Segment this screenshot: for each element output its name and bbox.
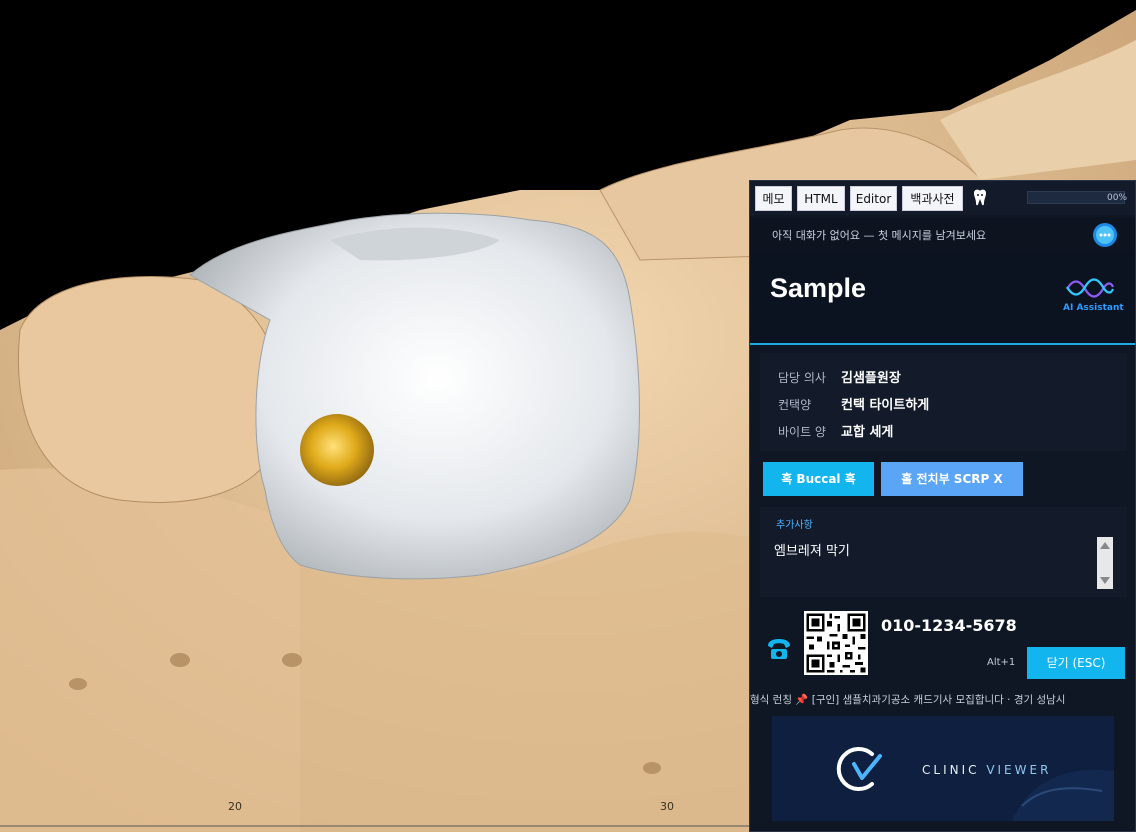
- banner-brand-b: VIEWER: [986, 763, 1052, 777]
- phone-number: 010-1234-5678: [881, 616, 1017, 635]
- notes-box: 추가사항 엠브레져 막기: [760, 507, 1127, 597]
- info-label: 담당 의사: [778, 371, 826, 385]
- close-button[interactable]: 닫기 (ESC): [1027, 647, 1125, 679]
- banner-brand-a: CLINIC: [922, 763, 987, 777]
- empty-chat-message: 아직 대화가 없어요 — 첫 메시지를 남겨보세요: [772, 229, 987, 242]
- scroll-up-icon[interactable]: [1100, 542, 1110, 549]
- chat-bubble-icon[interactable]: [1092, 222, 1118, 248]
- info-label: 컨택양: [778, 398, 812, 412]
- info-row-bite: 바이트 양 교합 세게: [778, 421, 893, 440]
- message-bar: 아직 대화가 없어요 — 첫 메시지를 남겨보세요: [750, 217, 1135, 251]
- progress-text: 00%: [1107, 193, 1128, 203]
- ai-assistant-label: AI Assistant: [1063, 303, 1124, 313]
- info-value: 교합 세게: [841, 425, 894, 440]
- page-title: Sample: [770, 273, 867, 303]
- info-label: 바이트 양: [778, 425, 826, 439]
- banner-brand-text: CLINIC VIEWER: [922, 763, 1051, 777]
- shortcut-hint: Alt+1: [987, 657, 1016, 668]
- tab-encyclopedia[interactable]: 백과사전: [902, 186, 963, 211]
- marker-sphere: [300, 414, 374, 486]
- clinic-viewer-logo-icon: [836, 747, 882, 791]
- ruler-label-20: 20: [228, 800, 242, 813]
- title-area: Sample AI Assistant: [750, 251, 1135, 343]
- notes-label: 추가사항: [776, 520, 813, 531]
- tab-html[interactable]: HTML: [797, 186, 845, 211]
- notes-text[interactable]: 엠브레져 막기: [774, 540, 850, 559]
- info-value: 컨택 타이트하게: [841, 398, 930, 413]
- notes-scrollbar[interactable]: [1097, 537, 1113, 589]
- tooth-icon[interactable]: [971, 188, 989, 208]
- scrp-button[interactable]: 홀 전치부 SCRP X: [881, 462, 1023, 496]
- ruler-label-30: 30: [660, 800, 674, 813]
- ai-assistant-logo-icon[interactable]: [1065, 277, 1115, 299]
- tab-editor[interactable]: Editor: [850, 186, 897, 211]
- order-info-panel: 메모 HTML Editor 백과사전 00% 아직 대화가 없어요 — 첫 메…: [749, 180, 1136, 832]
- buccal-button[interactable]: 혹 Buccal 혹: [763, 462, 874, 496]
- clinic-viewer-banner[interactable]: CLINIC VIEWER: [772, 716, 1114, 821]
- info-row-doctor: 담당 의사 김샘플원장: [778, 367, 901, 386]
- phone-icon[interactable]: [765, 637, 793, 661]
- news-ticker[interactable]: 형식 런칭 📌 [구인] 샘플치과기공소 캐드기사 모집합니다 · 경기 성남시: [750, 690, 1135, 710]
- qr-code: [804, 611, 868, 675]
- tab-bar: 메모 HTML Editor 백과사전 00%: [750, 181, 1135, 215]
- info-row-contact: 컨택양 컨택 타이트하게: [778, 394, 929, 413]
- info-value: 김샘플원장: [841, 371, 901, 386]
- scroll-down-icon[interactable]: [1100, 577, 1110, 584]
- tab-memo[interactable]: 메모: [755, 186, 792, 211]
- order-info: 담당 의사 김샘플원장 컨택양 컨택 타이트하게 바이트 양 교합 세게: [760, 353, 1127, 451]
- accent-divider: [750, 343, 1135, 345]
